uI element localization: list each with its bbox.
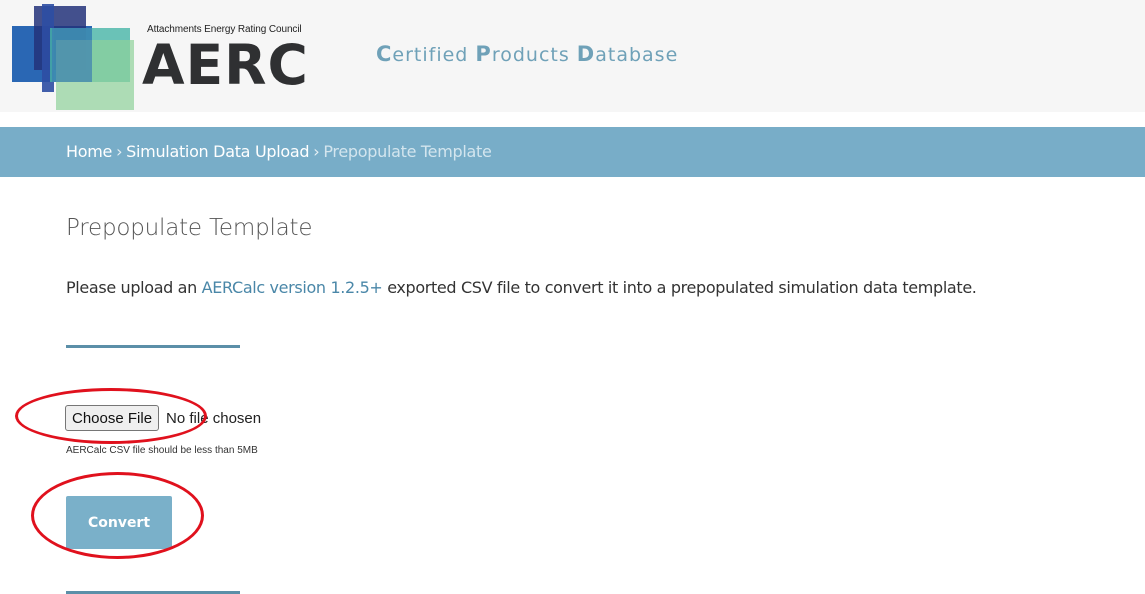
logo-wordmark: AERC — [142, 33, 309, 97]
intro-text-end: exported CSV file to convert it into a p… — [382, 278, 977, 297]
logo-mark-icon — [12, 4, 134, 110]
intro-text: Please upload an AERCalc version 1.2.5+ … — [66, 278, 977, 297]
intro-text-start: Please upload an — [66, 278, 202, 297]
aercalc-version-link[interactable]: AERCalc version 1.2.5+ — [202, 278, 383, 297]
site-title-word: roducts — [491, 44, 577, 66]
breadcrumb-separator: › — [116, 142, 123, 161]
aerc-logo[interactable]: Attachments Energy Rating Council AERC — [12, 4, 342, 110]
site-title-word: atabase — [595, 44, 679, 66]
breadcrumb-upload-link[interactable]: Simulation Data Upload — [126, 142, 309, 161]
breadcrumb-bar: Home › Simulation Data Upload › Prepopulate … — [0, 127, 1145, 177]
page-title: Prepopulate Template — [66, 215, 313, 241]
file-upload-row: Choose File No file chosen — [65, 404, 261, 432]
site-title: Certified Products Database — [376, 42, 678, 66]
section-divider — [66, 345, 240, 348]
site-title-initial: D — [576, 42, 596, 66]
site-title-initial: P — [475, 42, 492, 66]
file-size-hint: AERCalc CSV file should be less than 5MB — [66, 445, 258, 456]
choose-file-button[interactable]: Choose File — [65, 405, 160, 431]
breadcrumb-separator: › — [313, 142, 320, 161]
breadcrumb: Home › Simulation Data Upload › Prepopulate … — [66, 142, 492, 161]
site-title-initial: C — [376, 42, 393, 66]
file-status-text: No file chosen — [166, 409, 262, 427]
site-title-word: ertified — [392, 44, 476, 66]
breadcrumb-current: Prepopulate Template — [323, 142, 492, 161]
breadcrumb-home-link[interactable]: Home — [66, 142, 112, 161]
convert-button[interactable]: Convert — [66, 496, 172, 549]
site-header: Attachments Energy Rating Council AERC C… — [0, 0, 1145, 112]
